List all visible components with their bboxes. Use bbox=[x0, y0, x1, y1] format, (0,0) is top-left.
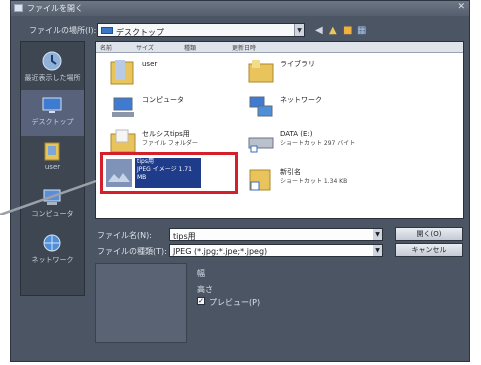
column-header-size[interactable]: サイズ bbox=[136, 43, 154, 52]
file-name-block: 新引名ショートカット 1.34 KB bbox=[280, 168, 347, 186]
column-header-modified[interactable]: 更新日時 bbox=[232, 43, 256, 52]
file-item-network[interactable]: ネットワーク bbox=[246, 92, 366, 126]
file-item-library[interactable]: ライブラリ bbox=[246, 56, 366, 90]
filename-input[interactable]: tips用 ▼ bbox=[169, 228, 383, 241]
place-network[interactable]: ネットワーク bbox=[21, 228, 84, 274]
column-header-type[interactable]: 種類 bbox=[184, 43, 196, 52]
filetype-value: JPEG (*.jpg;*.jpe;*.jpeg) bbox=[173, 247, 268, 256]
file-type: ショートカット 297 バイト bbox=[280, 140, 356, 147]
file-type: ファイル フォルダー bbox=[142, 140, 198, 147]
network-icon bbox=[249, 96, 273, 117]
file-name-block: DATA (E:) ショートカット 297 バイト bbox=[280, 130, 355, 148]
filename-value: tips用 bbox=[173, 232, 196, 241]
place-label: user bbox=[44, 163, 61, 171]
preview-pane bbox=[95, 263, 187, 343]
new-folder-icon[interactable]: ■ bbox=[343, 25, 352, 36]
chevron-down-icon[interactable]: ▼ bbox=[373, 229, 382, 240]
column-header-name[interactable]: 名前 bbox=[100, 43, 112, 52]
computer-icon bbox=[112, 97, 134, 117]
places-bar: 最近表示した場所 デスクトップ user コンピュータ ネットワーク bbox=[20, 41, 85, 296]
file-name: 新引名 bbox=[280, 168, 301, 176]
file-type: JPEG イメージ 1.71 MB bbox=[137, 166, 192, 181]
place-label: 最近表示した場所 bbox=[24, 74, 81, 82]
file-name: DATA (E:) bbox=[280, 130, 313, 138]
place-recent[interactable]: 最近表示した場所 bbox=[21, 46, 84, 92]
file-item-shortcut[interactable]: 新引名ショートカット 1.34 KB bbox=[246, 164, 376, 198]
title-bar: ファイルを開く ✕ bbox=[11, 1, 469, 16]
preview-checkbox[interactable]: ✓ bbox=[197, 297, 205, 305]
image-thumbnail-icon bbox=[106, 159, 132, 187]
close-icon[interactable]: ✕ bbox=[457, 2, 465, 12]
place-label: ネットワーク bbox=[31, 256, 74, 264]
drive-shortcut-icon bbox=[248, 137, 274, 153]
file-name: user bbox=[142, 60, 158, 68]
place-label: デスクトップ bbox=[31, 118, 74, 126]
file-name: セルシスtips用 bbox=[142, 130, 190, 138]
file-item-computer[interactable]: コンピュータ bbox=[108, 92, 228, 126]
callout-pointer-line bbox=[0, 179, 97, 215]
window-title: ファイルを開く bbox=[27, 4, 83, 13]
desktop-icon bbox=[101, 27, 113, 34]
width-label: 幅 bbox=[197, 269, 205, 278]
window-icon bbox=[14, 4, 23, 12]
view-menu-icon[interactable]: ▦ bbox=[357, 25, 366, 36]
chevron-down-icon[interactable]: ▼ bbox=[294, 24, 304, 36]
network-icon bbox=[43, 234, 61, 252]
file-item-user[interactable]: user bbox=[108, 56, 228, 90]
file-name: ネットワーク bbox=[280, 96, 322, 104]
filetype-label: ファイルの種類(T): bbox=[97, 247, 167, 256]
file-name-block: セルシスtips用ファイル フォルダー bbox=[142, 130, 198, 148]
filetype-select[interactable]: JPEG (*.jpg;*.jpe;*.jpeg) ▼ bbox=[169, 244, 383, 257]
desktop-icon bbox=[42, 97, 62, 113]
user-folder-icon bbox=[110, 60, 134, 85]
recent-places-icon bbox=[42, 51, 62, 71]
file-name: ライブラリ bbox=[280, 60, 315, 68]
height-label: 高さ bbox=[197, 285, 213, 294]
file-type: ショートカット 1.34 KB bbox=[280, 178, 348, 185]
back-icon[interactable]: ◀ bbox=[315, 25, 323, 36]
look-in-label: ファイルの場所(I): bbox=[29, 26, 97, 35]
filename-label: ファイル名(N): bbox=[97, 231, 152, 240]
library-folder-icon bbox=[248, 60, 274, 83]
place-desktop[interactable]: デスクトップ bbox=[21, 90, 84, 136]
user-folder-icon bbox=[44, 142, 60, 161]
up-folder-icon[interactable]: ▲ bbox=[329, 25, 337, 36]
file-list[interactable]: 名前 サイズ 種類 更新日時 user ライブラリ コンピュータ ネットワーク … bbox=[95, 41, 464, 219]
preview-label: プレビュー(P) bbox=[209, 298, 261, 307]
selected-file-highlight[interactable]: tips用 JPEG イメージ 1.71 MB bbox=[100, 152, 238, 194]
selected-file-label: tips用 JPEG イメージ 1.71 MB bbox=[135, 158, 201, 188]
shortcut-icon bbox=[249, 169, 271, 191]
file-item-data-shortcut[interactable]: DATA (E:) ショートカット 297 バイト bbox=[246, 126, 376, 160]
cancel-button[interactable]: キャンセル bbox=[395, 243, 463, 257]
look-in-combobox[interactable]: デスクトップ ▼ bbox=[97, 23, 305, 37]
look-in-value: デスクトップ bbox=[116, 28, 164, 37]
chevron-down-icon[interactable]: ▼ bbox=[373, 245, 382, 256]
file-name: コンピュータ bbox=[142, 96, 184, 104]
open-button[interactable]: 開く(O) bbox=[395, 227, 463, 241]
file-name: tips用 bbox=[137, 158, 154, 165]
column-header-row: 名前 サイズ 種類 更新日時 bbox=[96, 42, 463, 53]
